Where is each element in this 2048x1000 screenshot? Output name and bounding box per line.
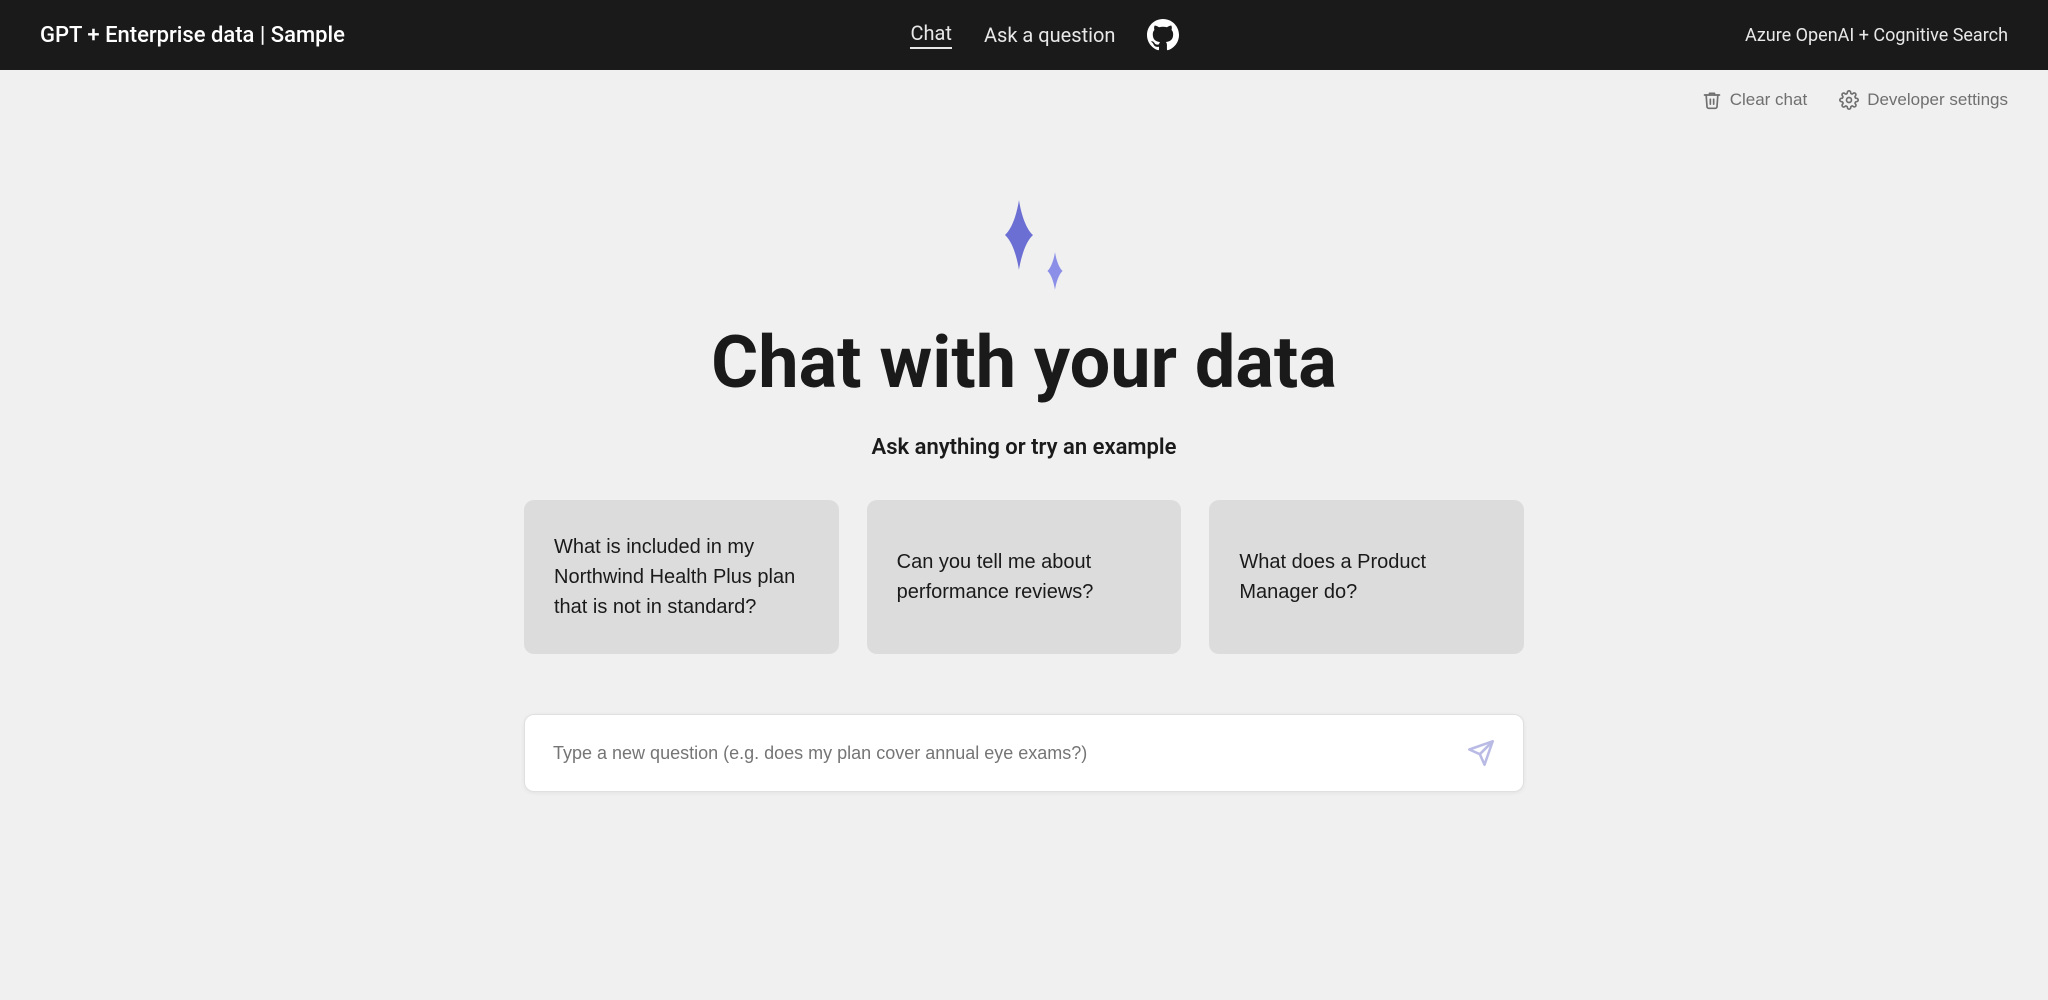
example-card-2[interactable]: What does a Product Manager do? [1209, 500, 1524, 654]
nav-chat[interactable]: Chat [910, 21, 951, 49]
developer-settings-label: Developer settings [1867, 90, 2008, 110]
clear-chat-label: Clear chat [1730, 90, 1807, 110]
nav-ask-question[interactable]: Ask a question [984, 23, 1115, 47]
sparkle-small-icon [1036, 252, 1074, 290]
app-header: GPT + Enterprise data | Sample Chat Ask … [0, 0, 2048, 70]
example-card-1[interactable]: Can you tell me about performance review… [867, 500, 1182, 654]
chat-input-container [524, 714, 1524, 792]
main-nav: Chat Ask a question [910, 19, 1179, 51]
hero-title: Chat with your data [711, 320, 1337, 405]
main-content: Chat with your data Ask anything or try … [0, 120, 2048, 792]
chat-input[interactable] [553, 743, 1467, 764]
gear-icon [1839, 90, 1859, 110]
hero-subtitle: Ask anything or try an example [872, 435, 1177, 460]
send-button[interactable] [1467, 739, 1495, 767]
example-card-0[interactable]: What is included in my Northwind Health … [524, 500, 839, 654]
toolbar: Clear chat Developer settings [0, 70, 2048, 120]
send-icon [1467, 739, 1495, 767]
developer-settings-button[interactable]: Developer settings [1839, 90, 2008, 110]
header-right-label: Azure OpenAI + Cognitive Search [1745, 25, 2008, 46]
github-icon[interactable] [1147, 19, 1179, 51]
example-cards: What is included in my Northwind Health … [524, 500, 1524, 654]
clear-chat-button[interactable]: Clear chat [1702, 90, 1807, 110]
app-title: GPT + Enterprise data | Sample [40, 23, 345, 48]
sparkle-decoration [974, 200, 1074, 290]
trash-icon [1702, 90, 1722, 110]
